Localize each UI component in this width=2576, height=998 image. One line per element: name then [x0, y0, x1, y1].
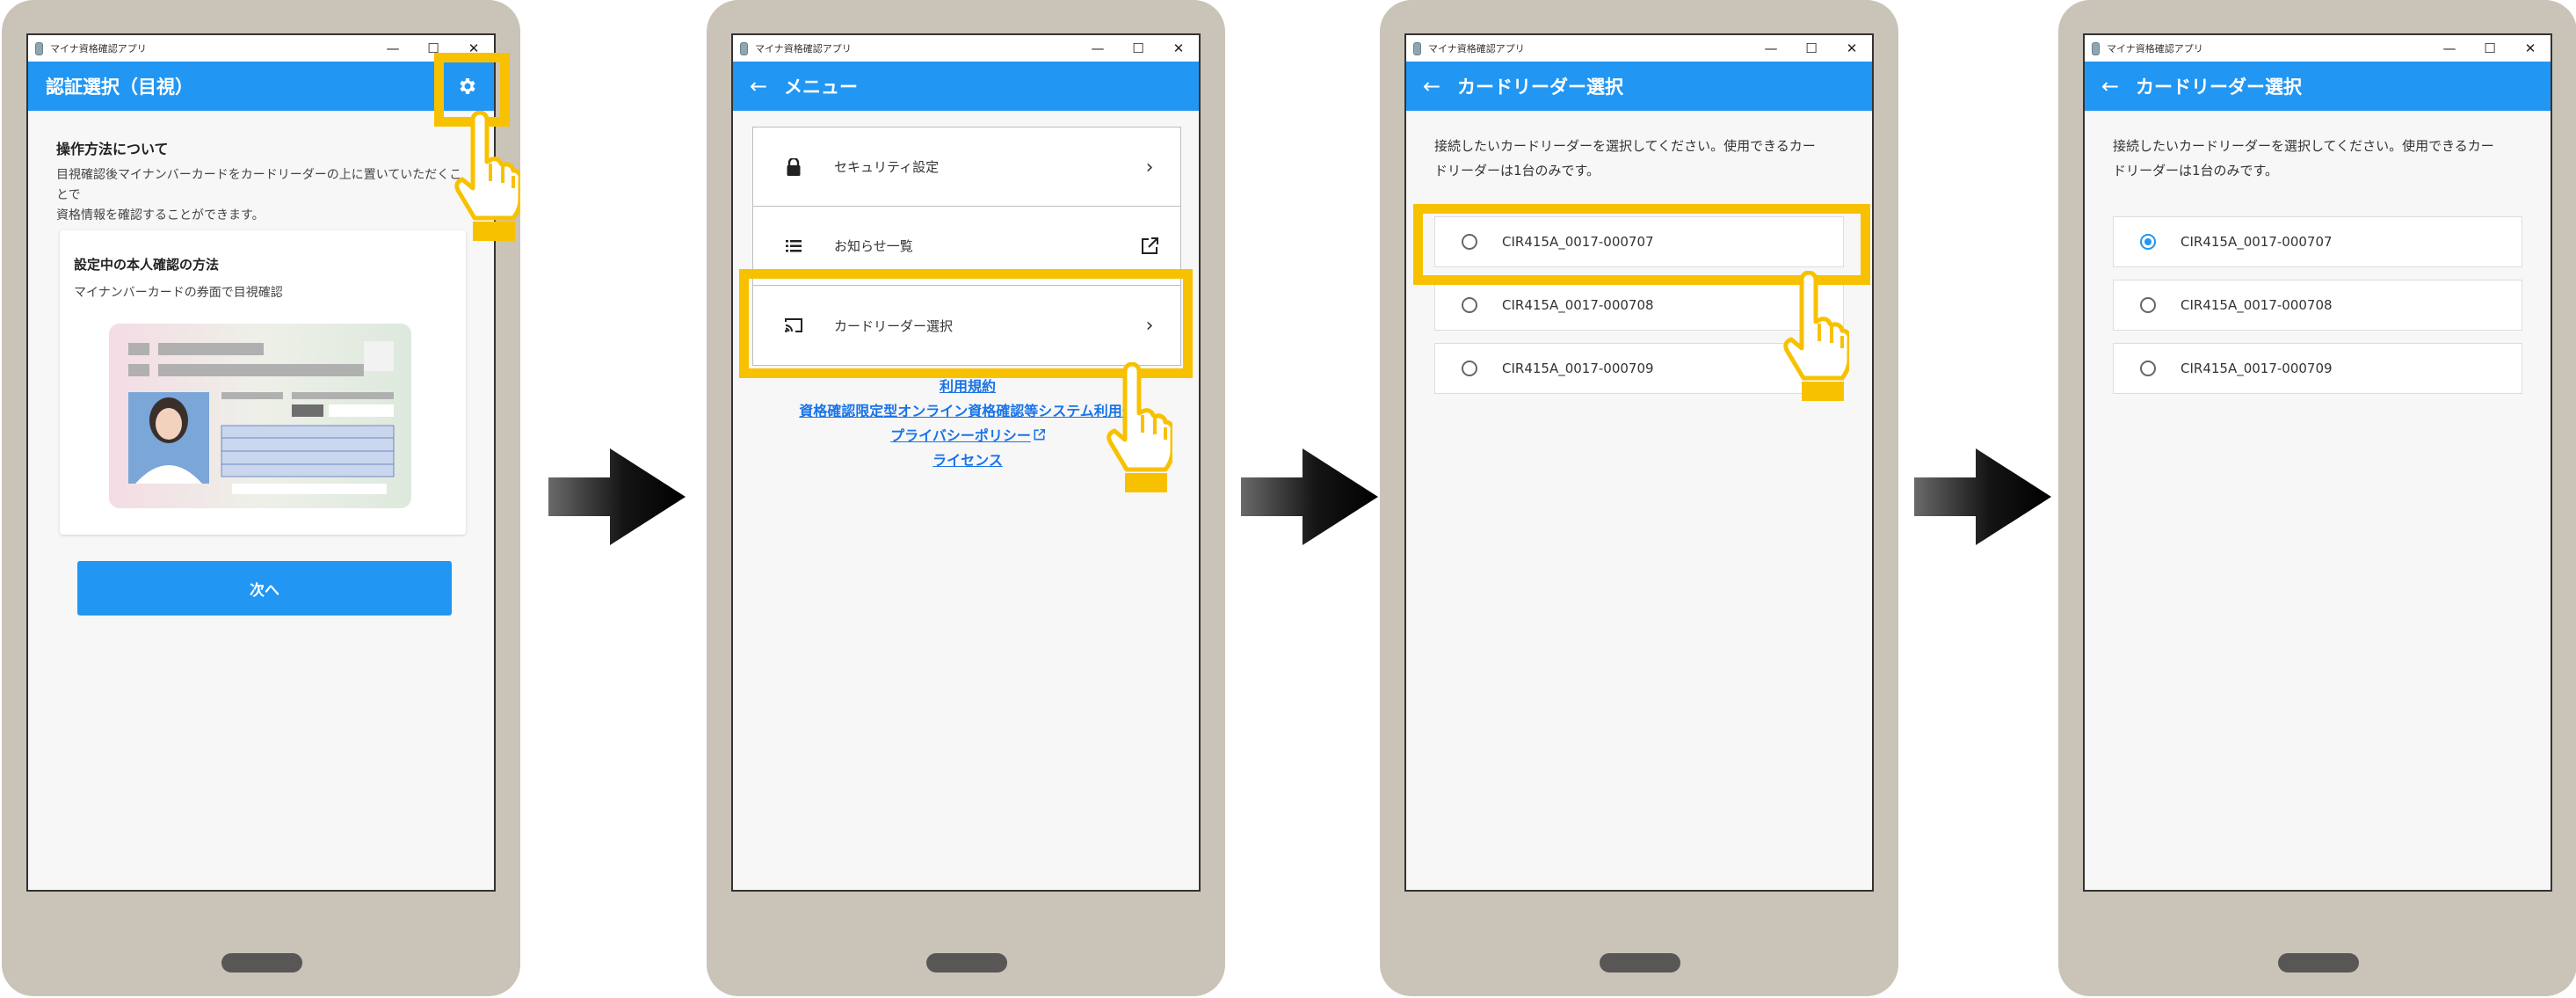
card-subtitle: マイナンバーカードの券面で目視確認	[74, 286, 283, 300]
phone-frame-4: マイナ資格確認アプリ — ☐ ✕ ← カードリーダー選択 接続したいカードリーダ…	[2058, 0, 2576, 996]
minimize-button[interactable]: —	[373, 35, 413, 62]
external-link-icon	[1136, 233, 1163, 259]
window-titlebar: マイナ資格確認アプリ — ☐ ✕	[1406, 35, 1872, 62]
window-controls: — ☐ ✕	[1078, 35, 1199, 62]
back-arrow-icon[interactable]: ←	[733, 74, 784, 98]
description-text: 目視確認後マイナンバーカードをカードリーダーの上に置いていただくことで 資格情報…	[56, 168, 462, 222]
app-icon	[1413, 41, 1421, 55]
reader-name: CIR415A_0017-000707	[2181, 234, 2333, 250]
radio-button[interactable]	[1462, 297, 1477, 313]
home-button	[2278, 953, 2359, 973]
reader-option[interactable]: CIR415A_0017-000709	[2113, 343, 2522, 394]
next-step-arrow-icon	[1914, 448, 2051, 545]
window-controls: — ☐ ✕	[2429, 35, 2551, 62]
pointing-hand-icon	[1783, 271, 1849, 401]
phone-frame-1: マイナ資格確認アプリ — ☐ ✕ 認証選択（目視） 操作方法について 目視確認後…	[2, 0, 520, 996]
reader-option-selected[interactable]: CIR415A_0017-000707	[2113, 216, 2522, 267]
window-titlebar: マイナ資格確認アプリ — ☐ ✕	[733, 35, 1199, 62]
next-step-arrow-icon	[1241, 448, 1378, 545]
app-icon	[740, 41, 748, 55]
card-title: 設定中の本人確認の方法	[74, 257, 220, 273]
app-icon	[2092, 41, 2100, 55]
close-button[interactable]: ✕	[1832, 35, 1872, 62]
back-arrow-icon[interactable]: ←	[1406, 74, 1457, 98]
reader-name: CIR415A_0017-000708	[2181, 297, 2333, 313]
app-bar: ← カードリーダー選択	[2085, 62, 2551, 111]
minimize-button[interactable]: —	[2429, 35, 2470, 62]
radio-button[interactable]	[2140, 297, 2156, 313]
app-bar: 認証選択（目視）	[28, 62, 494, 111]
reader-option[interactable]: CIR415A_0017-000708	[2113, 280, 2522, 331]
phone-frame-3: マイナ資格確認アプリ — ☐ ✕ ← カードリーダー選択 接続したいカードリーダ…	[1380, 0, 1898, 996]
window-titlebar: マイナ資格確認アプリ — ☐ ✕	[28, 35, 494, 62]
reader-name: CIR415A_0017-000708	[1502, 297, 1654, 313]
close-button[interactable]: ✕	[1158, 35, 1199, 62]
my-number-card-illustration	[109, 324, 411, 508]
minimize-button[interactable]: —	[1751, 35, 1791, 62]
chevron-right-icon: ›	[1145, 156, 1154, 178]
next-button[interactable]: 次へ	[77, 561, 452, 616]
external-link-icon	[1034, 428, 1045, 441]
section-heading: 操作方法について	[56, 141, 169, 157]
close-button[interactable]: ✕	[2510, 35, 2551, 62]
radio-button-checked[interactable]	[2140, 234, 2156, 250]
window-title: マイナ資格確認アプリ	[1428, 43, 1525, 55]
instruction-text: 接続したいカードリーダーを選択してください。使用できるカー ドリーダーは1台のみ…	[2113, 138, 2494, 178]
phone-frame-2: マイナ資格確認アプリ — ☐ ✕ ← メニュー セキュリティ設定 › お知らせ一…	[707, 0, 1225, 996]
maximize-button[interactable]: ☐	[1791, 35, 1832, 62]
menu-item-security-settings[interactable]: セキュリティ設定 ›	[753, 127, 1180, 207]
lock-icon	[753, 157, 834, 176]
next-step-arrow-icon	[548, 448, 686, 545]
app-window-4: マイナ資格確認アプリ — ☐ ✕ ← カードリーダー選択 接続したいカードリーダ…	[2083, 33, 2552, 892]
pointing-hand-icon	[1107, 362, 1172, 492]
back-arrow-icon[interactable]: ←	[2085, 74, 2136, 98]
page-title: カードリーダー選択	[1457, 76, 1623, 98]
privacy-policy-label: プライバシーポリシー	[890, 427, 1031, 444]
home-button	[1600, 953, 1680, 973]
page-title: メニュー	[784, 76, 858, 98]
app-window-3: マイナ資格確認アプリ — ☐ ✕ ← カードリーダー選択 接続したいカードリーダ…	[1404, 33, 1874, 892]
maximize-button[interactable]: ☐	[1118, 35, 1158, 62]
instruction-text: 接続したいカードリーダーを選択してください。使用できるカー ドリーダーは1台のみ…	[1434, 138, 1816, 178]
window-title: マイナ資格確認アプリ	[50, 43, 147, 55]
maximize-button[interactable]: ☐	[2470, 35, 2510, 62]
app-window-1: マイナ資格確認アプリ — ☐ ✕ 認証選択（目視） 操作方法について 目視確認後…	[26, 33, 496, 892]
verification-method-card: 設定中の本人確認の方法 マイナンバーカードの券面で目視確認	[60, 230, 466, 535]
radio-button[interactable]	[2140, 361, 2156, 376]
minimize-button[interactable]: —	[1078, 35, 1118, 62]
app-icon	[35, 41, 43, 55]
page-title: カードリーダー選択	[2136, 76, 2302, 98]
app-bar: ← カードリーダー選択	[1406, 62, 1872, 111]
menu-item-label: セキュリティ設定	[834, 159, 940, 175]
window-title: マイナ資格確認アプリ	[2107, 43, 2203, 55]
list-icon	[753, 239, 834, 252]
window-titlebar: マイナ資格確認アプリ — ☐ ✕	[2085, 35, 2551, 62]
window-title: マイナ資格確認アプリ	[755, 43, 852, 55]
radio-button[interactable]	[1462, 361, 1477, 376]
menu-item-label: お知らせ一覧	[834, 238, 913, 254]
home-button	[926, 953, 1007, 973]
app-bar: ← メニュー	[733, 62, 1199, 111]
page-title: 認証選択（目視）	[46, 76, 193, 98]
reader-name: CIR415A_0017-000709	[1502, 361, 1654, 376]
home-button	[221, 953, 302, 973]
window-controls: — ☐ ✕	[1751, 35, 1872, 62]
reader-name: CIR415A_0017-000709	[2181, 361, 2333, 376]
pointing-hand-icon	[454, 111, 520, 241]
